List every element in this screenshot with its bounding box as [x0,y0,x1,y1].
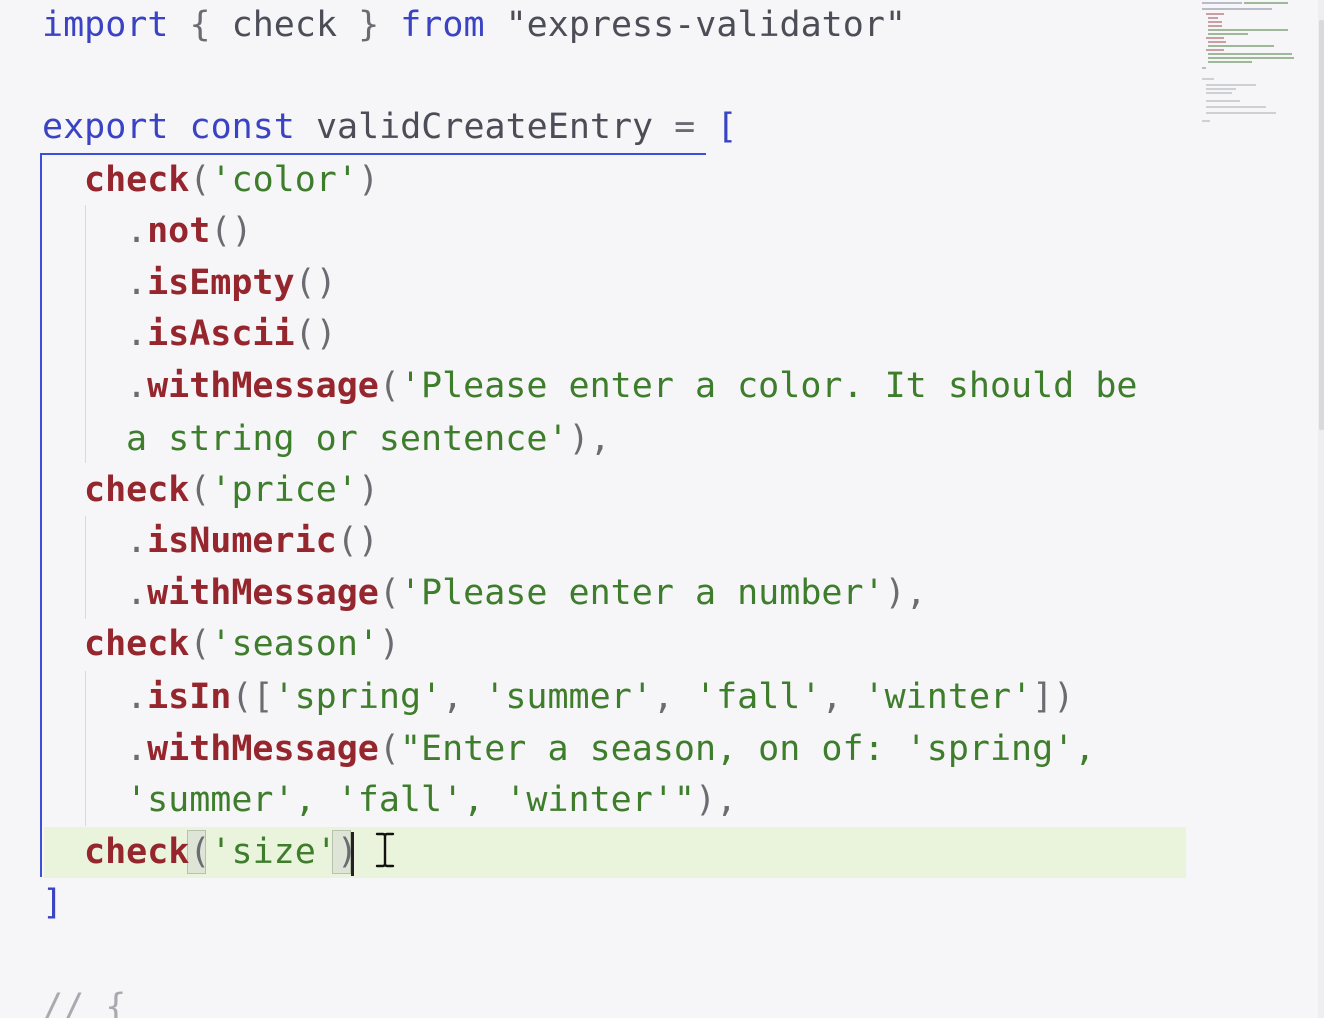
code-string: "Enter a season, on of: 'spring', [399,729,1096,769]
code-area[interactable]: import { check } from "express-validator… [0,0,1200,1018]
code-punctuation: ( [189,160,211,200]
code-string: 'summer', 'fall', 'winter'" [126,780,695,820]
code-punctuation: ), [568,419,611,459]
i-beam-cursor-icon [375,832,395,868]
code-line-export[interactable]: export const validCreateEntry = [ [42,102,737,153]
code-punctuation: } [337,5,401,45]
code-line-check-season[interactable]: check('season') [84,619,400,670]
code-string: 'summer' [484,677,653,717]
code-string: a string or sentence' [126,419,569,459]
code-line-check-color[interactable]: check('color') [84,155,379,206]
code-method: not [147,211,211,251]
code-line-withmessage-color-wrap[interactable]: a string or sentence'), [126,414,611,465]
code-string: 'Please enter a number' [399,573,885,613]
code-line-isnumeric[interactable]: .isNumeric() [126,516,379,567]
code-string: 'Please enter a color. It should be [399,366,1138,406]
code-punctuation: , [652,677,695,717]
code-line-check-size[interactable]: check('size') [84,827,358,878]
code-punctuation: ( [378,366,400,406]
code-line-check-price[interactable]: check('price') [84,465,379,516]
code-punctuation: ]) [1032,677,1075,717]
minimap[interactable] [1196,0,1314,130]
code-punctuation: ( [189,624,211,664]
code-punctuation: , [821,677,864,717]
code-line-isascii[interactable]: .isAscii() [126,309,337,360]
code-punctuation: . [126,521,148,561]
code-punctuation: ( [189,832,211,872]
code-punctuation: ) [357,470,380,510]
code-punctuation: = [653,107,717,147]
code-punctuation: ([ [231,677,274,717]
code-punctuation: . [126,211,148,251]
code-string: 'price' [210,470,358,510]
code-punctuation: ), [884,573,927,613]
code-punctuation: ) [379,624,401,664]
code-string: 'color' [210,160,358,200]
code-keyword: [ [716,107,738,147]
code-method: isIn [147,677,232,717]
code-line-withmessage-season-wrap[interactable]: 'summer', 'fall', 'winter'"), [126,775,737,826]
code-line-isin[interactable]: .isIn(['spring', 'summer', 'fall', 'wint… [126,672,1074,723]
code-keyword: from [400,5,485,45]
code-keyword: const [189,107,295,147]
code-punctuation: ( [378,729,400,769]
code-method: isNumeric [147,521,337,561]
code-method: withMessage [147,573,379,613]
code-method: withMessage [147,729,379,769]
code-punctuation: ), [694,780,738,820]
code-method: check [84,624,190,664]
code-identifier: "express-validator" [505,5,906,45]
code-punctuation [295,107,316,147]
code-identifier: validCreateEntry [315,107,654,147]
code-line-withmessage-color[interactable]: .withMessage('Please enter a color. It s… [126,361,1137,412]
code-keyword: import [42,5,169,45]
code-punctuation: . [126,729,148,769]
code-punctuation: . [126,314,148,354]
code-string: 'size' [210,832,337,872]
code-punctuation: . [126,366,148,406]
code-punctuation: () [294,314,337,354]
code-line-close-bracket[interactable]: ] [42,878,63,929]
code-line-not[interactable]: .not() [126,206,252,257]
code-punctuation [485,5,506,45]
code-punctuation: ) [336,832,358,872]
code-string: 'season' [210,624,380,664]
code-method: check [84,470,190,510]
code-punctuation: . [126,677,148,717]
code-punctuation: () [294,263,337,303]
code-punctuation: ) [357,160,380,200]
code-method: withMessage [147,366,379,406]
text-caret [351,832,354,876]
code-string: 'fall' [695,677,822,717]
code-method: check [84,832,190,872]
code-line-withmessage-season[interactable]: .withMessage("Enter a season, on of: 'sp… [126,724,1095,775]
code-line-comment[interactable]: // { [42,982,126,1018]
code-line-isempty[interactable]: .isEmpty() [126,258,337,309]
code-punctuation [168,107,189,147]
code-editor[interactable]: import { check } from "express-validator… [0,0,1324,1018]
code-punctuation: . [126,263,148,303]
code-string: 'winter' [863,677,1033,717]
code-line-import[interactable]: import { check } from "express-validator… [42,0,906,51]
code-punctuation: { [168,5,232,45]
vertical-scrollbar-thumb[interactable] [1319,20,1324,430]
code-punctuation: () [210,211,253,251]
code-identifier: check [231,5,338,45]
code-method: check [84,160,190,200]
code-string: 'spring' [273,677,443,717]
code-punctuation: , [442,677,485,717]
code-keyword: export [42,107,169,147]
code-keyword: ] [42,883,64,923]
code-punctuation: ( [189,470,211,510]
code-punctuation: () [336,521,379,561]
code-method: isAscii [147,314,295,354]
code-line-withmessage-price[interactable]: .withMessage('Please enter a number'), [126,568,927,619]
code-comment: // { [42,987,127,1018]
code-punctuation: ( [378,573,400,613]
code-method: isEmpty [147,263,295,303]
code-punctuation: . [126,573,148,613]
